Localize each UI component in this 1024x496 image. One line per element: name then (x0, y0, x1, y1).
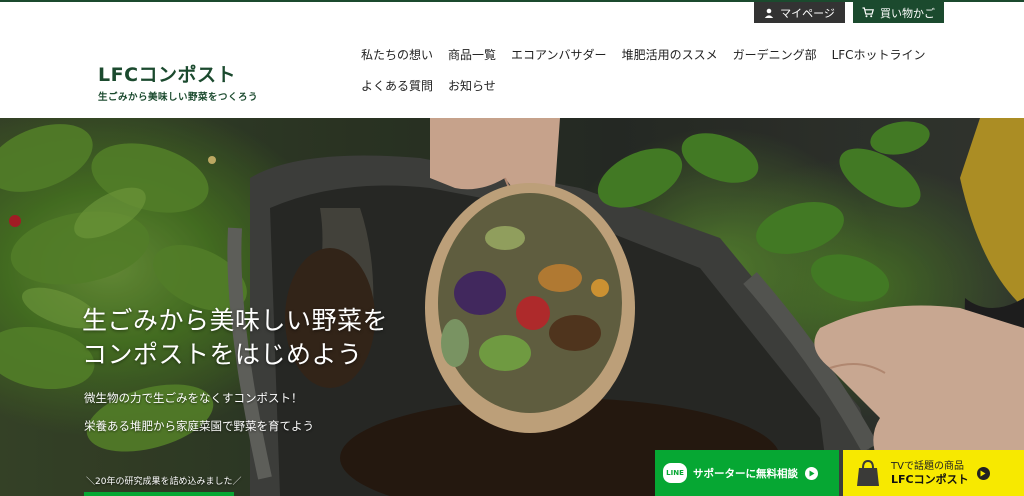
site-logo[interactable]: LFCコンポスト 生ごみから美味しい野菜をつくろう (98, 64, 258, 103)
tv-product-button[interactable]: TVで話題の商品 LFCコンポスト (843, 450, 1024, 496)
line-consult-button[interactable]: LINE サポーターに無料相談 (655, 450, 839, 496)
hero-note-bar[interactable] (84, 492, 234, 496)
nav-item-news[interactable]: お知らせ (448, 77, 496, 94)
hero-subtext-2: 栄養ある堆肥から家庭菜園で野菜を育てよう (84, 419, 314, 433)
tv-product-main: LFCコンポスト (891, 473, 969, 486)
logo-tagline: 生ごみから美味しい野菜をつくろう (98, 92, 259, 103)
cart-label: 買い物かご (880, 6, 935, 20)
nav-row-2: よくある質問 お知らせ (361, 75, 921, 96)
hero-headline-line1: 生ごみから美味しい野菜を (82, 306, 389, 335)
hero-headline-line2: コンポストをはじめよう (82, 340, 363, 369)
hero-subtext-1: 微生物の力で生ごみをなくすコンポスト！ (84, 391, 303, 405)
tv-product-sub: TVで話題の商品 (891, 461, 964, 472)
nav-item-faq[interactable]: よくある質問 (361, 77, 433, 94)
play-arrow-icon (976, 466, 990, 480)
nav-item-about[interactable]: 私たちの想い (361, 46, 433, 63)
play-arrow-icon (805, 466, 818, 480)
cart-icon (862, 7, 874, 18)
line-consult-label: サポーターに無料相談 (693, 467, 798, 480)
nav-item-hotline[interactable]: LFCホットライン (832, 46, 926, 63)
cart-button[interactable]: 買い物かご (853, 2, 944, 23)
logo-title: LFCコンポスト (98, 64, 237, 86)
tv-product-text: TVで話題の商品 LFCコンポスト (891, 460, 969, 486)
user-icon (764, 8, 774, 18)
bag-icon (857, 459, 879, 486)
hero-headline: 生ごみから美味しい野菜を コンポストをはじめよう (82, 304, 388, 372)
hero-note: ＼20年の研究成果を詰め込みました／ (86, 477, 242, 487)
mypage-label: マイページ (780, 6, 835, 20)
nav-item-eco-ambassador[interactable]: エコアンバサダー (511, 46, 607, 63)
global-nav: 私たちの想い 商品一覧 エコアンバサダー 堆肥活用のススメ ガーデニング部 LF… (361, 44, 926, 96)
nav-item-products[interactable]: 商品一覧 (448, 46, 496, 63)
hero-banner: 生ごみから美味しい野菜を コンポストをはじめよう 微生物の力で生ごみをなくすコン… (0, 118, 1024, 496)
line-icon: LINE (663, 463, 687, 483)
mypage-button[interactable]: マイページ (754, 2, 845, 23)
nav-item-compost-use[interactable]: 堆肥活用のススメ (622, 46, 718, 63)
nav-item-gardening-club[interactable]: ガーデニング部 (733, 46, 817, 63)
nav-row-1: 私たちの想い 商品一覧 エコアンバサダー 堆肥活用のススメ ガーデニング部 LF… (361, 44, 926, 65)
